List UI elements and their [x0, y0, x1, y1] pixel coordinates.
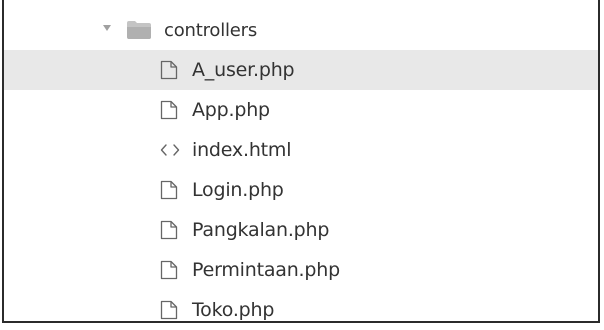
file-icon — [160, 220, 178, 240]
file-icon — [160, 260, 178, 280]
file-item-index[interactable]: index.html — [4, 130, 598, 170]
file-tree-panel: controllers A_user.php App.php index.htm… — [2, 0, 600, 323]
file-icon — [160, 100, 178, 120]
folder-label: controllers — [164, 19, 258, 41]
file-label: Login.php — [192, 179, 284, 201]
file-item-pangkalan[interactable]: Pangkalan.php — [4, 210, 598, 250]
file-label: Permintaan.php — [192, 259, 340, 281]
file-tree: controllers A_user.php App.php index.htm… — [4, 10, 598, 330]
file-item-login[interactable]: Login.php — [4, 170, 598, 210]
folder-icon — [127, 21, 151, 39]
folder-controllers[interactable]: controllers — [4, 10, 598, 50]
file-label: Toko.php — [192, 299, 275, 321]
file-label: index.html — [192, 139, 292, 161]
file-item-a-user[interactable]: A_user.php — [4, 50, 598, 90]
file-icon — [160, 180, 178, 200]
file-label: Pangkalan.php — [192, 219, 330, 241]
chevron-down-icon[interactable] — [102, 23, 112, 33]
file-item-toko[interactable]: Toko.php — [4, 290, 598, 330]
file-icon — [160, 60, 178, 80]
file-item-app[interactable]: App.php — [4, 90, 598, 130]
file-label: App.php — [192, 99, 270, 121]
file-item-permintaan[interactable]: Permintaan.php — [4, 250, 598, 290]
file-label: A_user.php — [192, 59, 295, 81]
file-icon — [160, 300, 178, 320]
code-icon — [160, 144, 180, 156]
